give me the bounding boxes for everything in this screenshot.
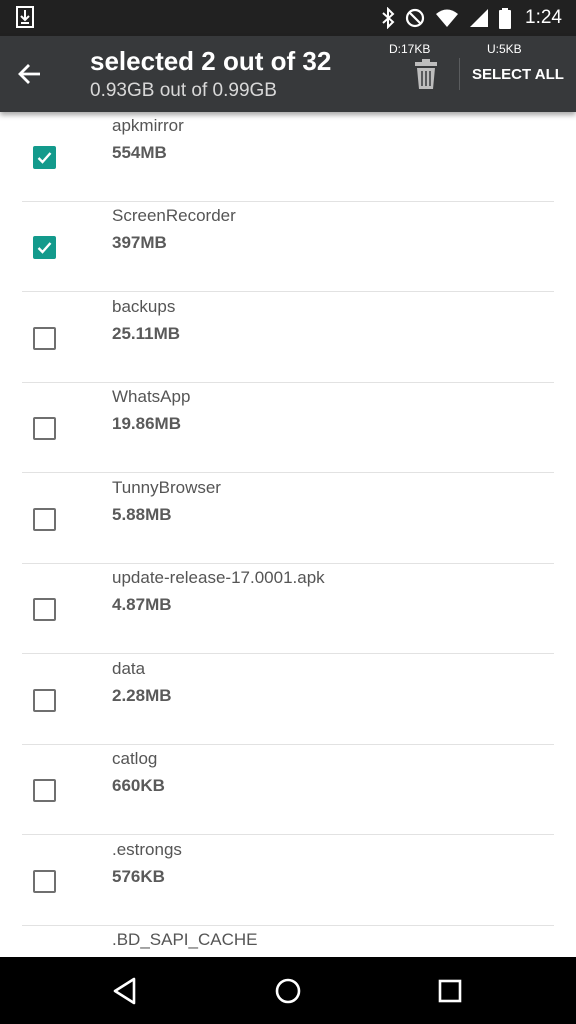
- file-list: apkmirror 554MB ScreenRecorder 397MB bac…: [0, 112, 576, 957]
- battery-icon: [499, 8, 512, 29]
- item-name: TunnyBrowser: [112, 478, 221, 497]
- status-bar: 1:24: [0, 0, 576, 36]
- divider: [22, 291, 554, 292]
- item-size: 2.28MB: [112, 686, 172, 705]
- item-size: 5.88MB: [112, 505, 172, 524]
- list-item[interactable]: .estrongs 576KB: [0, 836, 576, 926]
- navigation-bar: [0, 957, 576, 1024]
- trash-icon[interactable]: [413, 58, 439, 90]
- item-name: .BD_SAPI_CACHE: [112, 930, 258, 949]
- toolbar: selected 2 out of 32 0.93GB out of 0.99G…: [0, 36, 576, 112]
- wifi-icon: [436, 9, 459, 27]
- list-item[interactable]: backups 25.11MB: [0, 293, 576, 383]
- toolbar-divider: [459, 58, 460, 90]
- storage-summary: 0.93GB out of 0.99GB: [90, 80, 277, 101]
- list-item[interactable]: apkmirror 554MB: [0, 112, 576, 202]
- list-item[interactable]: ScreenRecorder 397MB: [0, 202, 576, 292]
- signal-icon: [470, 9, 489, 27]
- item-checkbox[interactable]: [33, 327, 56, 350]
- item-checkbox[interactable]: [33, 417, 56, 440]
- item-name: update-release-17.0001.apk: [112, 568, 325, 587]
- download-speed: D:17KB: [389, 42, 431, 56]
- list-item[interactable]: data 2.28MB: [0, 655, 576, 745]
- recents-icon[interactable]: [434, 975, 466, 1007]
- item-name: apkmirror: [112, 116, 184, 135]
- item-name: data: [112, 659, 146, 678]
- do-not-disturb-icon: [405, 8, 425, 28]
- back-arrow-icon[interactable]: [14, 58, 46, 90]
- item-size: 660KB: [112, 776, 165, 795]
- list-item[interactable]: WhatsApp 19.86MB: [0, 383, 576, 473]
- bluetooth-icon: [382, 7, 395, 29]
- item-checkbox[interactable]: [33, 236, 56, 259]
- page-title: selected 2 out of 32: [90, 46, 332, 76]
- download-icon: [16, 6, 34, 28]
- item-size: 4.87MB: [112, 595, 172, 614]
- clock: 1:24: [525, 7, 562, 28]
- item-checkbox[interactable]: [33, 146, 56, 169]
- item-name: catlog: [112, 749, 158, 768]
- divider: [22, 472, 554, 473]
- item-size: 397MB: [112, 233, 167, 252]
- item-checkbox[interactable]: [33, 870, 56, 893]
- list-item[interactable]: update-release-17.0001.apk 4.87MB: [0, 564, 576, 654]
- item-name: backups: [112, 297, 176, 316]
- check-icon: [37, 152, 52, 164]
- back-icon[interactable]: [110, 975, 142, 1007]
- item-checkbox[interactable]: [33, 689, 56, 712]
- divider: [22, 653, 554, 654]
- upload-speed: U:5KB: [487, 42, 522, 56]
- list-item[interactable]: .BD_SAPI_CACHE: [0, 926, 576, 957]
- check-icon: [37, 242, 52, 254]
- item-checkbox[interactable]: [33, 598, 56, 621]
- item-name: .estrongs: [112, 840, 182, 859]
- item-checkbox[interactable]: [33, 508, 56, 531]
- list-item[interactable]: TunnyBrowser 5.88MB: [0, 474, 576, 564]
- item-name: ScreenRecorder: [112, 206, 236, 225]
- item-checkbox[interactable]: [33, 779, 56, 802]
- item-size: 554MB: [112, 143, 167, 162]
- item-name: WhatsApp: [112, 387, 191, 406]
- item-size: 25.11MB: [112, 324, 181, 343]
- item-size: 576KB: [112, 867, 165, 886]
- select-all-button[interactable]: SELECT ALL: [472, 66, 564, 83]
- list-item[interactable]: catlog 660KB: [0, 745, 576, 835]
- home-icon[interactable]: [272, 975, 304, 1007]
- item-size: 19.86MB: [112, 414, 181, 433]
- divider: [22, 834, 554, 835]
